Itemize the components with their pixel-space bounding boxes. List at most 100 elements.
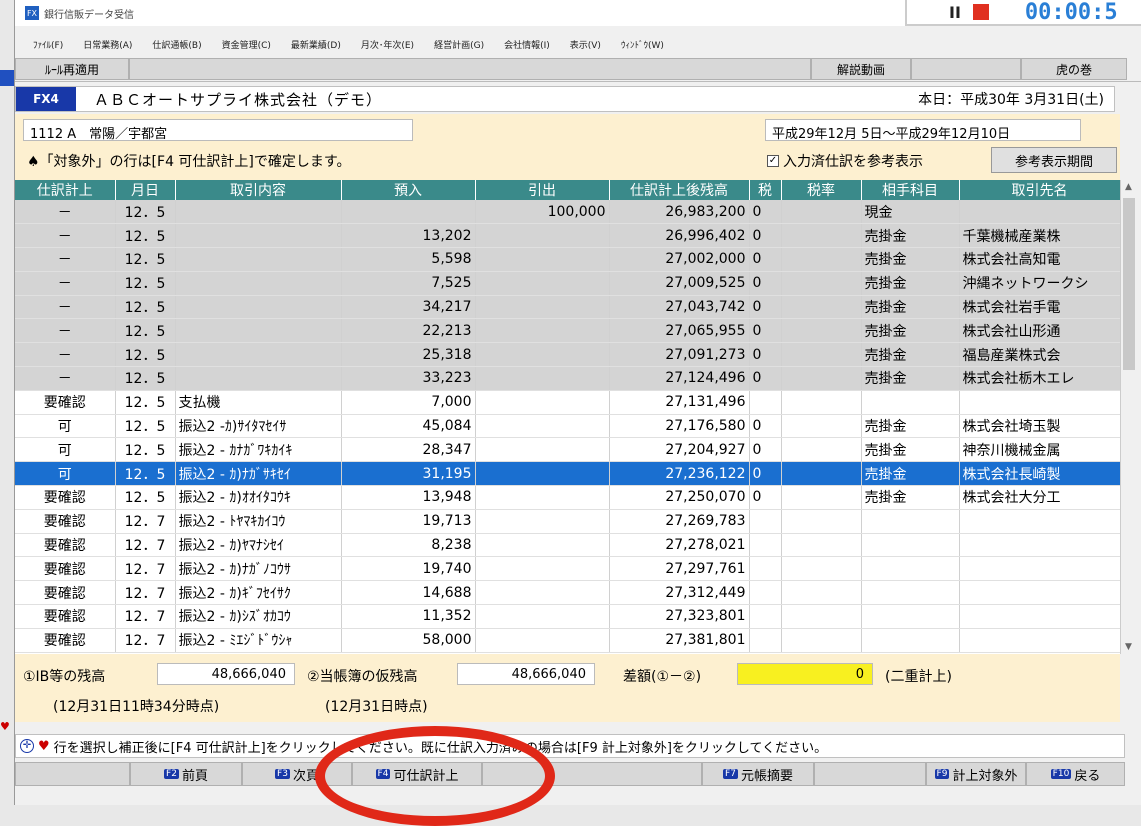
row-account[interactable]: 売掛金 bbox=[861, 461, 960, 487]
row-account[interactable] bbox=[861, 390, 960, 415]
row-description[interactable] bbox=[175, 366, 342, 391]
row-tax-rate[interactable] bbox=[781, 414, 862, 439]
row-date[interactable]: 12．5 bbox=[115, 247, 176, 272]
row-balance[interactable]: 26,996,402 bbox=[609, 223, 750, 249]
row-status[interactable]: 要確認 bbox=[15, 485, 116, 510]
table-row[interactable]: － 12．5 33,223 27,124,496 0 売掛金 株式会社栃木エレ bbox=[15, 366, 1120, 391]
row-withdrawal[interactable] bbox=[475, 485, 610, 510]
row-partner[interactable] bbox=[959, 628, 1120, 653]
row-date[interactable]: 12．5 bbox=[115, 271, 176, 296]
row-withdrawal[interactable] bbox=[475, 271, 610, 296]
row-withdrawal[interactable] bbox=[475, 318, 610, 344]
row-tax[interactable]: 0 bbox=[749, 247, 782, 272]
row-withdrawal[interactable] bbox=[475, 533, 610, 558]
table-row[interactable]: 要確認 12．5 振込2 - ｶ)ｵｵｲﾀｺｳｷ 13,948 27,250,070 0 売… bbox=[15, 485, 1120, 510]
row-partner[interactable] bbox=[959, 533, 1120, 558]
row-tax[interactable]: 0 bbox=[749, 223, 782, 249]
row-date[interactable]: 12．5 bbox=[115, 461, 176, 487]
row-description[interactable]: 支払機 bbox=[175, 390, 342, 415]
row-account[interactable] bbox=[861, 509, 960, 534]
row-tax-rate[interactable] bbox=[781, 390, 862, 415]
row-description[interactable]: 振込2 - ｶ)ﾅｶﾞﾉｺｳｻ bbox=[175, 556, 342, 582]
row-deposit[interactable]: 11,352 bbox=[341, 604, 476, 629]
row-date[interactable]: 12．5 bbox=[115, 390, 176, 415]
row-balance[interactable]: 27,269,783 bbox=[609, 509, 750, 534]
ref-period-button[interactable]: 参考表示期間 bbox=[991, 147, 1117, 173]
row-deposit[interactable]: 19,740 bbox=[341, 556, 476, 582]
row-status[interactable]: 可 bbox=[15, 414, 116, 439]
row-tax[interactable] bbox=[749, 509, 782, 534]
row-balance[interactable]: 27,009,525 bbox=[609, 271, 750, 296]
checkbox-icon[interactable]: ✓ bbox=[767, 155, 779, 167]
row-date[interactable]: 12．7 bbox=[115, 509, 176, 534]
row-tax-rate[interactable] bbox=[781, 437, 862, 463]
col-date[interactable]: 月日 bbox=[115, 180, 176, 200]
row-tax-rate[interactable] bbox=[781, 509, 862, 534]
row-deposit[interactable]: 34,217 bbox=[341, 295, 476, 320]
table-row[interactable]: 可 12．5 振込2 - ｶﾅｶﾞﾜｷｶｲｷ 28,347 27,204,927 0 売掛金… bbox=[15, 437, 1120, 463]
menu-window[interactable]: ｳｨﾝﾄﾞｳ(W) bbox=[621, 38, 664, 51]
row-withdrawal[interactable] bbox=[475, 556, 610, 582]
table-row[interactable]: － 12．5 7,525 27,009,525 0 売掛金 沖縄ネットワークシ bbox=[15, 271, 1120, 296]
row-balance[interactable]: 27,065,955 bbox=[609, 318, 750, 344]
row-date[interactable]: 12．5 bbox=[115, 295, 176, 320]
table-row[interactable]: － 12．5 25,318 27,091,273 0 売掛金 福島産業株式会 bbox=[15, 342, 1120, 368]
col-balance[interactable]: 仕訳計上後残高 bbox=[609, 180, 750, 200]
row-account[interactable]: 売掛金 bbox=[861, 414, 960, 439]
row-deposit[interactable]: 8,238 bbox=[341, 533, 476, 558]
menu-file[interactable]: ﾌｧｲﾙ(F) bbox=[33, 38, 63, 51]
row-tax-rate[interactable] bbox=[781, 342, 862, 368]
row-balance[interactable]: 27,043,742 bbox=[609, 295, 750, 320]
row-status[interactable]: 要確認 bbox=[15, 628, 116, 653]
table-row[interactable]: 要確認 12．7 振込2 - ﾐｴｼﾞﾄﾞｳｼｬ 58,000 27,381,801 bbox=[15, 628, 1120, 653]
row-tax[interactable]: 0 bbox=[749, 271, 782, 296]
menu-performance[interactable]: 最新業績(D) bbox=[291, 38, 341, 51]
row-tax-rate[interactable] bbox=[781, 247, 862, 272]
table-row[interactable]: － 12．5 5,598 27,002,000 0 売掛金 株式会社高知電 bbox=[15, 247, 1120, 272]
row-deposit[interactable]: 13,202 bbox=[341, 223, 476, 249]
row-tax-rate[interactable] bbox=[781, 295, 862, 320]
back-button[interactable]: F10 戻る bbox=[1026, 762, 1125, 786]
row-deposit[interactable]: 7,000 bbox=[341, 390, 476, 415]
row-deposit[interactable]: 58,000 bbox=[341, 628, 476, 653]
row-tax[interactable] bbox=[749, 580, 782, 606]
row-date[interactable]: 12．5 bbox=[115, 366, 176, 391]
row-description[interactable]: 振込2 - ｶ)ｼｽﾞｵｶｺｳ bbox=[175, 604, 342, 629]
row-balance[interactable]: 26,983,200 bbox=[609, 200, 750, 225]
menu-company[interactable]: 会社情報(I) bbox=[504, 38, 550, 51]
row-account[interactable] bbox=[861, 556, 960, 582]
row-status[interactable]: 要確認 bbox=[15, 533, 116, 558]
row-tax[interactable]: 0 bbox=[749, 295, 782, 320]
col-partner[interactable]: 取引先名 bbox=[959, 180, 1120, 200]
row-status[interactable]: － bbox=[15, 318, 116, 344]
row-tax-rate[interactable] bbox=[781, 223, 862, 249]
row-account[interactable] bbox=[861, 533, 960, 558]
row-account[interactable]: 売掛金 bbox=[861, 318, 960, 344]
menu-monthly[interactable]: 月次･年次(E) bbox=[361, 38, 414, 51]
row-tax[interactable]: 0 bbox=[749, 485, 782, 510]
row-tax-rate[interactable] bbox=[781, 485, 862, 510]
row-date[interactable]: 12．5 bbox=[115, 342, 176, 368]
row-description[interactable] bbox=[175, 271, 342, 296]
scroll-down-icon[interactable]: ▼ bbox=[1125, 642, 1132, 652]
row-description[interactable]: 振込2 - ｶ)ﾔﾏﾅｼｾｲ bbox=[175, 533, 342, 558]
table-row[interactable]: 要確認 12．7 振込2 - ｶ)ﾔﾏﾅｼｾｲ 8,238 27,278,021 bbox=[15, 533, 1120, 558]
row-withdrawal[interactable] bbox=[475, 223, 610, 249]
row-partner[interactable] bbox=[959, 200, 1120, 225]
row-deposit[interactable] bbox=[341, 200, 476, 225]
row-tax[interactable]: 0 bbox=[749, 461, 782, 487]
row-withdrawal[interactable] bbox=[475, 247, 610, 272]
row-account[interactable] bbox=[861, 604, 960, 629]
row-balance[interactable]: 27,204,927 bbox=[609, 437, 750, 463]
row-tax-rate[interactable] bbox=[781, 271, 862, 296]
row-account[interactable]: 売掛金 bbox=[861, 271, 960, 296]
row-account[interactable]: 売掛金 bbox=[861, 437, 960, 463]
row-withdrawal[interactable] bbox=[475, 390, 610, 415]
menu-plan[interactable]: 経営計画(G) bbox=[434, 38, 484, 51]
table-row[interactable]: 要確認 12．7 振込2 - ｶ)ｷﾞﾌｾｲｻｸ 14,688 27,312,449 bbox=[15, 580, 1120, 606]
row-deposit[interactable]: 22,213 bbox=[341, 318, 476, 344]
row-deposit[interactable]: 25,318 bbox=[341, 342, 476, 368]
exclude-button[interactable]: F9 計上対象外 bbox=[926, 762, 1026, 786]
pause-icon[interactable]: II bbox=[949, 3, 961, 22]
row-balance[interactable]: 27,381,801 bbox=[609, 628, 750, 653]
